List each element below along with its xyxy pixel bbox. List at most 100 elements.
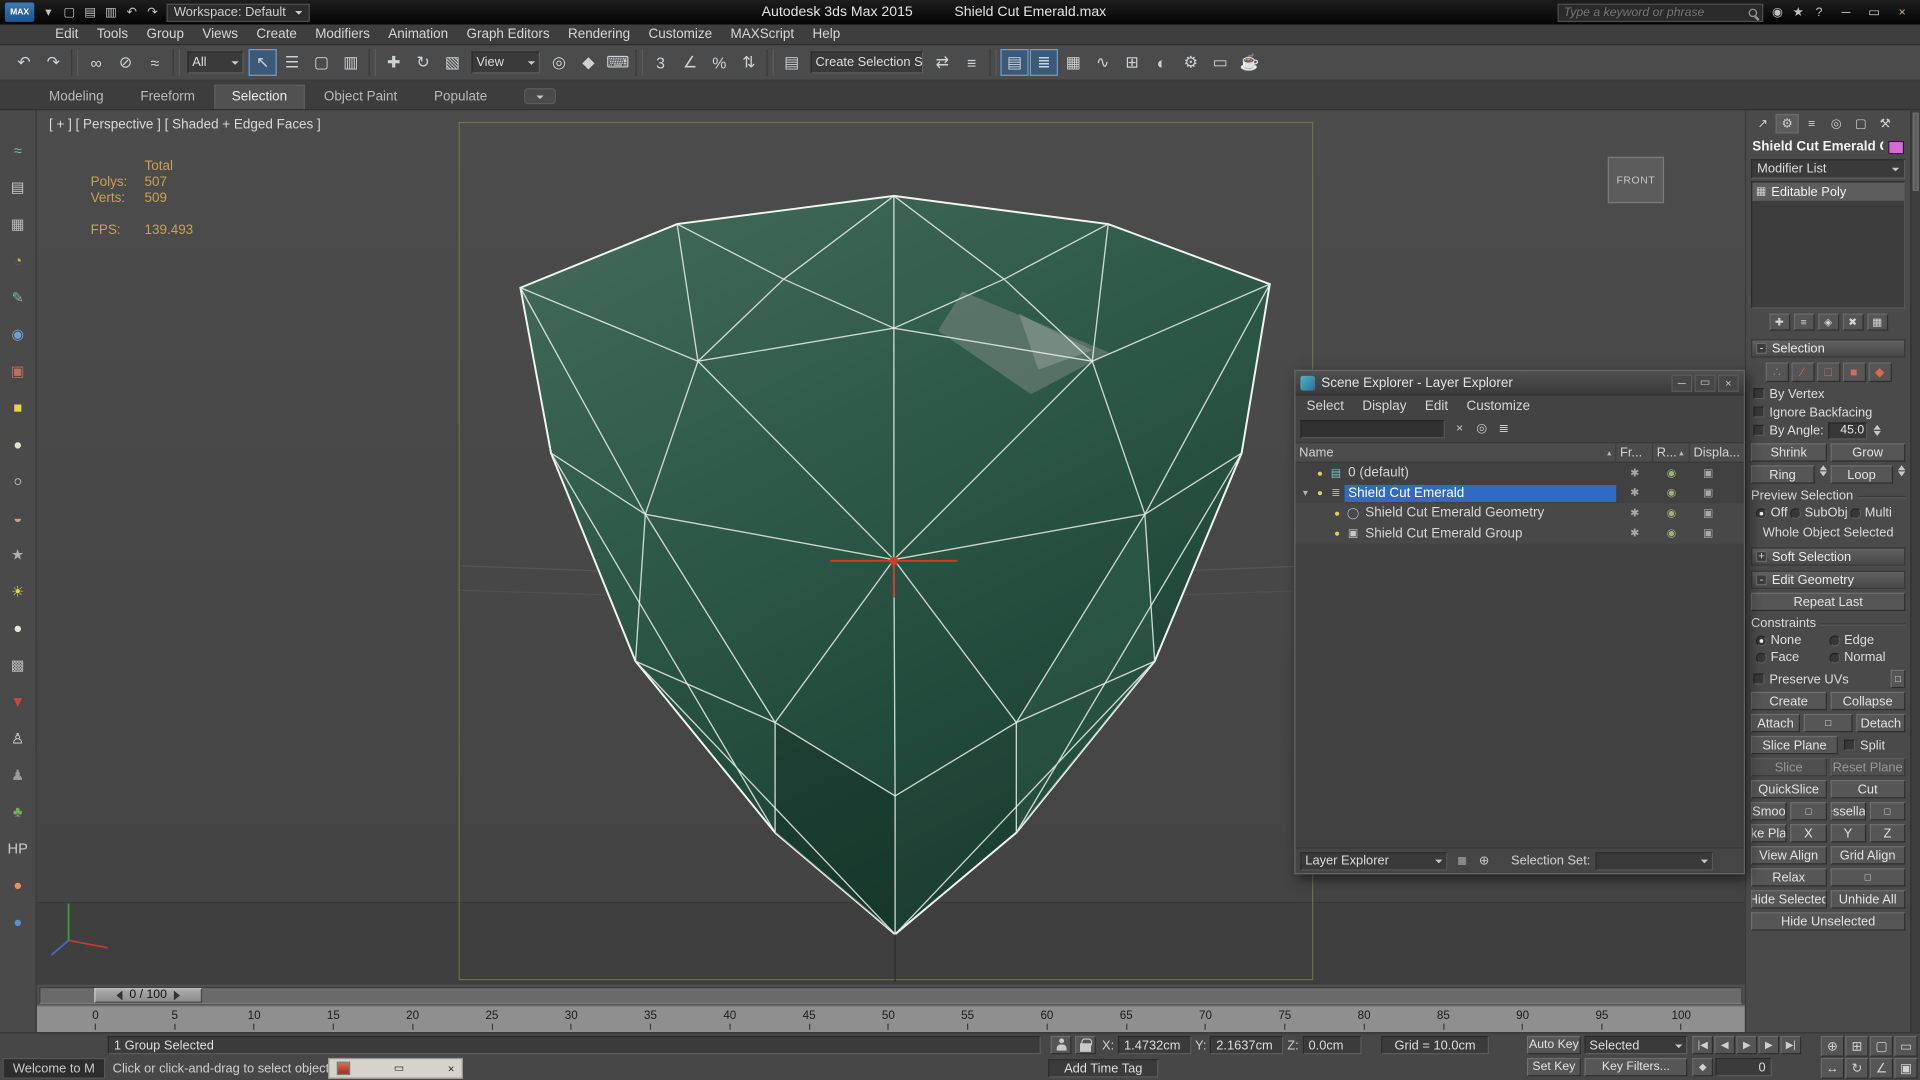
go-to-end-icon[interactable]: ▶| — [1780, 1035, 1802, 1055]
key-mode-toggle-icon[interactable]: ◆ — [1692, 1057, 1714, 1077]
ring-spinner[interactable] — [1818, 465, 1827, 483]
align-icon[interactable]: ≡ — [958, 49, 986, 76]
constraint-edge-radio[interactable]: Edge — [1829, 633, 1900, 648]
constraint-none-radio[interactable]: None — [1755, 633, 1827, 648]
scrollbar-thumb[interactable] — [1912, 112, 1919, 192]
preserve-uvs-settings-button[interactable]: □ — [1890, 669, 1906, 689]
current-frame-field[interactable]: 0 — [1715, 1057, 1772, 1077]
create-tab-icon[interactable]: ↗ — [1751, 114, 1774, 134]
planar-z-button[interactable]: Z — [1869, 824, 1906, 843]
droplet-icon[interactable]: ▼ — [7, 691, 29, 712]
explorer-menu-edit[interactable]: Edit — [1416, 397, 1456, 414]
minimized-close-icon[interactable]: × — [448, 1062, 454, 1074]
grid-align-button[interactable]: Grid Align — [1830, 846, 1906, 865]
keyboard-override-icon[interactable]: ⌨ — [604, 49, 632, 76]
relax-button[interactable]: Relax — [1751, 868, 1827, 887]
vertex-mode-icon[interactable]: ∴ — [1765, 362, 1789, 383]
menu-help[interactable]: Help — [804, 26, 849, 43]
y-coordinate-field[interactable]: 2.1637cm — [1210, 1035, 1284, 1055]
restore-button[interactable]: ▭ — [1861, 2, 1887, 22]
element-mode-icon[interactable]: ◆ — [1867, 362, 1892, 383]
constraint-normal-radio[interactable]: Normal — [1829, 650, 1900, 665]
hierarchy-tab-icon[interactable]: ≡ — [1800, 114, 1823, 134]
next-frame-arrow-icon[interactable] — [174, 990, 181, 1000]
grid-tool-icon[interactable]: ▦ — [7, 213, 29, 234]
person-icon[interactable]: ♟ — [7, 764, 29, 785]
welcome-taskbar-button[interactable]: Welcome to M — [2, 1057, 106, 1079]
layer-visibility-bulb-icon[interactable]: ● — [1313, 467, 1328, 478]
set-key-button[interactable]: Set Key — [1526, 1057, 1581, 1077]
border-mode-icon[interactable]: □ — [1816, 362, 1840, 383]
layer-mode-icon[interactable]: ≣ — [1452, 852, 1472, 870]
ribbon-tab-object-paint[interactable]: Object Paint — [307, 84, 415, 108]
menu-modifiers[interactable]: Modifiers — [307, 26, 379, 43]
explorer-menu-customize[interactable]: Customize — [1458, 397, 1539, 414]
tessellate-button[interactable]: Tessellate — [1830, 802, 1866, 821]
window-crossing-toggle-icon[interactable]: ▥ — [337, 49, 365, 76]
explorer-menu-display[interactable]: Display — [1354, 397, 1415, 414]
orbit-icon[interactable]: ↻ — [1845, 1057, 1869, 1079]
display-cell-icon[interactable]: ▣ — [1690, 527, 1727, 540]
search-input[interactable] — [1563, 5, 1744, 19]
snaps-toggle-icon[interactable]: 3 — [647, 49, 675, 76]
relax-settings-button[interactable]: □ — [1830, 868, 1906, 887]
command-panel-scrollbar[interactable] — [1910, 110, 1920, 1033]
render-setup-icon[interactable]: ⚙ — [1177, 49, 1205, 76]
unhide-all-button[interactable]: Unhide All — [1830, 890, 1906, 909]
eyedropper-icon[interactable]: ✎ — [7, 287, 29, 308]
graphite-ribbon-icon[interactable]: ▦ — [1059, 49, 1087, 76]
ribbon-expand-button[interactable] — [523, 88, 556, 105]
time-slider-handle[interactable]: 0 / 100 — [94, 987, 203, 1003]
motion-tab-icon[interactable]: ◎ — [1824, 114, 1847, 134]
track-bar[interactable]: 0 5 10 15 20 25 30 35 40 45 50 55 60 65 70 75 80 85 90 95 10… — [36, 1005, 1745, 1033]
explorer-title-bar[interactable]: Scene Explorer - Layer Explorer ─ ▭ × — [1295, 371, 1744, 396]
redo-icon[interactable]: ↷ — [39, 49, 67, 76]
shrink-button[interactable]: Shrink — [1751, 443, 1827, 462]
menu-rendering[interactable]: Rendering — [559, 26, 638, 43]
explorer-close-button[interactable]: × — [1717, 374, 1739, 392]
toggle-layer-explorer-icon[interactable]: ≣ — [1029, 48, 1058, 76]
menu-customize[interactable]: Customize — [640, 26, 721, 43]
column-header-name[interactable]: Name ▴ — [1296, 443, 1617, 462]
preview-multi-radio[interactable]: Multi — [1850, 506, 1892, 520]
modifier-list-dropdown[interactable]: Modifier List — [1751, 159, 1906, 179]
clear-search-icon[interactable]: × — [1450, 420, 1470, 438]
select-and-scale-icon[interactable]: ▧ — [438, 49, 466, 76]
attach-settings-button[interactable]: □ — [1803, 713, 1853, 733]
viewport-label[interactable]: [ + ] [ Perspective ] [ Shaded + Edged F… — [49, 118, 321, 133]
ribbon-tab-selection[interactable]: Selection — [214, 84, 305, 109]
sphere-icon[interactable]: ● — [7, 617, 29, 638]
pearl-icon[interactable]: ● — [7, 433, 29, 454]
x-coordinate-field[interactable]: 1.4732cm — [1117, 1035, 1192, 1055]
menu-views[interactable]: Views — [194, 26, 247, 43]
explorer-maximize-button[interactable]: ▭ — [1694, 374, 1716, 392]
toggle-scene-explorer-icon[interactable]: ▤ — [1000, 48, 1029, 76]
minimized-restore-icon[interactable]: ▭ — [394, 1062, 404, 1075]
explorer-search-input[interactable] — [1300, 420, 1445, 439]
maximize-viewport-icon[interactable]: ▣ — [1894, 1057, 1918, 1079]
collapse-button[interactable]: Collapse — [1830, 691, 1906, 711]
freeze-cell-icon[interactable]: ✱ — [1616, 466, 1653, 479]
sign-in-icon[interactable]: ◉ — [1767, 2, 1788, 22]
menu-create[interactable]: Create — [248, 26, 306, 43]
zoom-extents-icon[interactable]: ▢ — [1869, 1035, 1894, 1057]
workspace-dropdown[interactable]: Workspace: Default — [166, 3, 311, 22]
rollout-edit-geometry[interactable]: - Edit Geometry — [1751, 570, 1906, 589]
stack-item-editable-poly[interactable]: ▦ Editable Poly — [1752, 182, 1905, 201]
modify-tab-icon[interactable]: ⚙ — [1775, 113, 1799, 134]
time-slider-track[interactable]: 0 / 100 — [39, 986, 1743, 1004]
clock-icon[interactable]: ◔ — [7, 250, 29, 271]
menu-tools[interactable]: Tools — [88, 26, 137, 43]
new-scene-icon[interactable]: ▢ — [59, 2, 80, 22]
menu-group[interactable]: Group — [138, 26, 193, 43]
display-tab-icon[interactable]: ▢ — [1849, 114, 1872, 134]
slice-button[interactable]: Slice — [1751, 757, 1827, 777]
grow-button[interactable]: Grow — [1830, 443, 1906, 462]
display-cell-icon[interactable]: ▣ — [1690, 486, 1727, 499]
star-icon[interactable]: ★ — [7, 544, 29, 565]
yellow-swatch-icon[interactable]: ■ — [7, 397, 29, 418]
close-button[interactable]: × — [1889, 2, 1915, 22]
pick-mode-icon[interactable]: ⊕ — [1474, 852, 1494, 870]
object-color-swatch[interactable] — [1888, 140, 1905, 154]
previous-frame-icon[interactable]: ◀ — [1714, 1035, 1736, 1055]
